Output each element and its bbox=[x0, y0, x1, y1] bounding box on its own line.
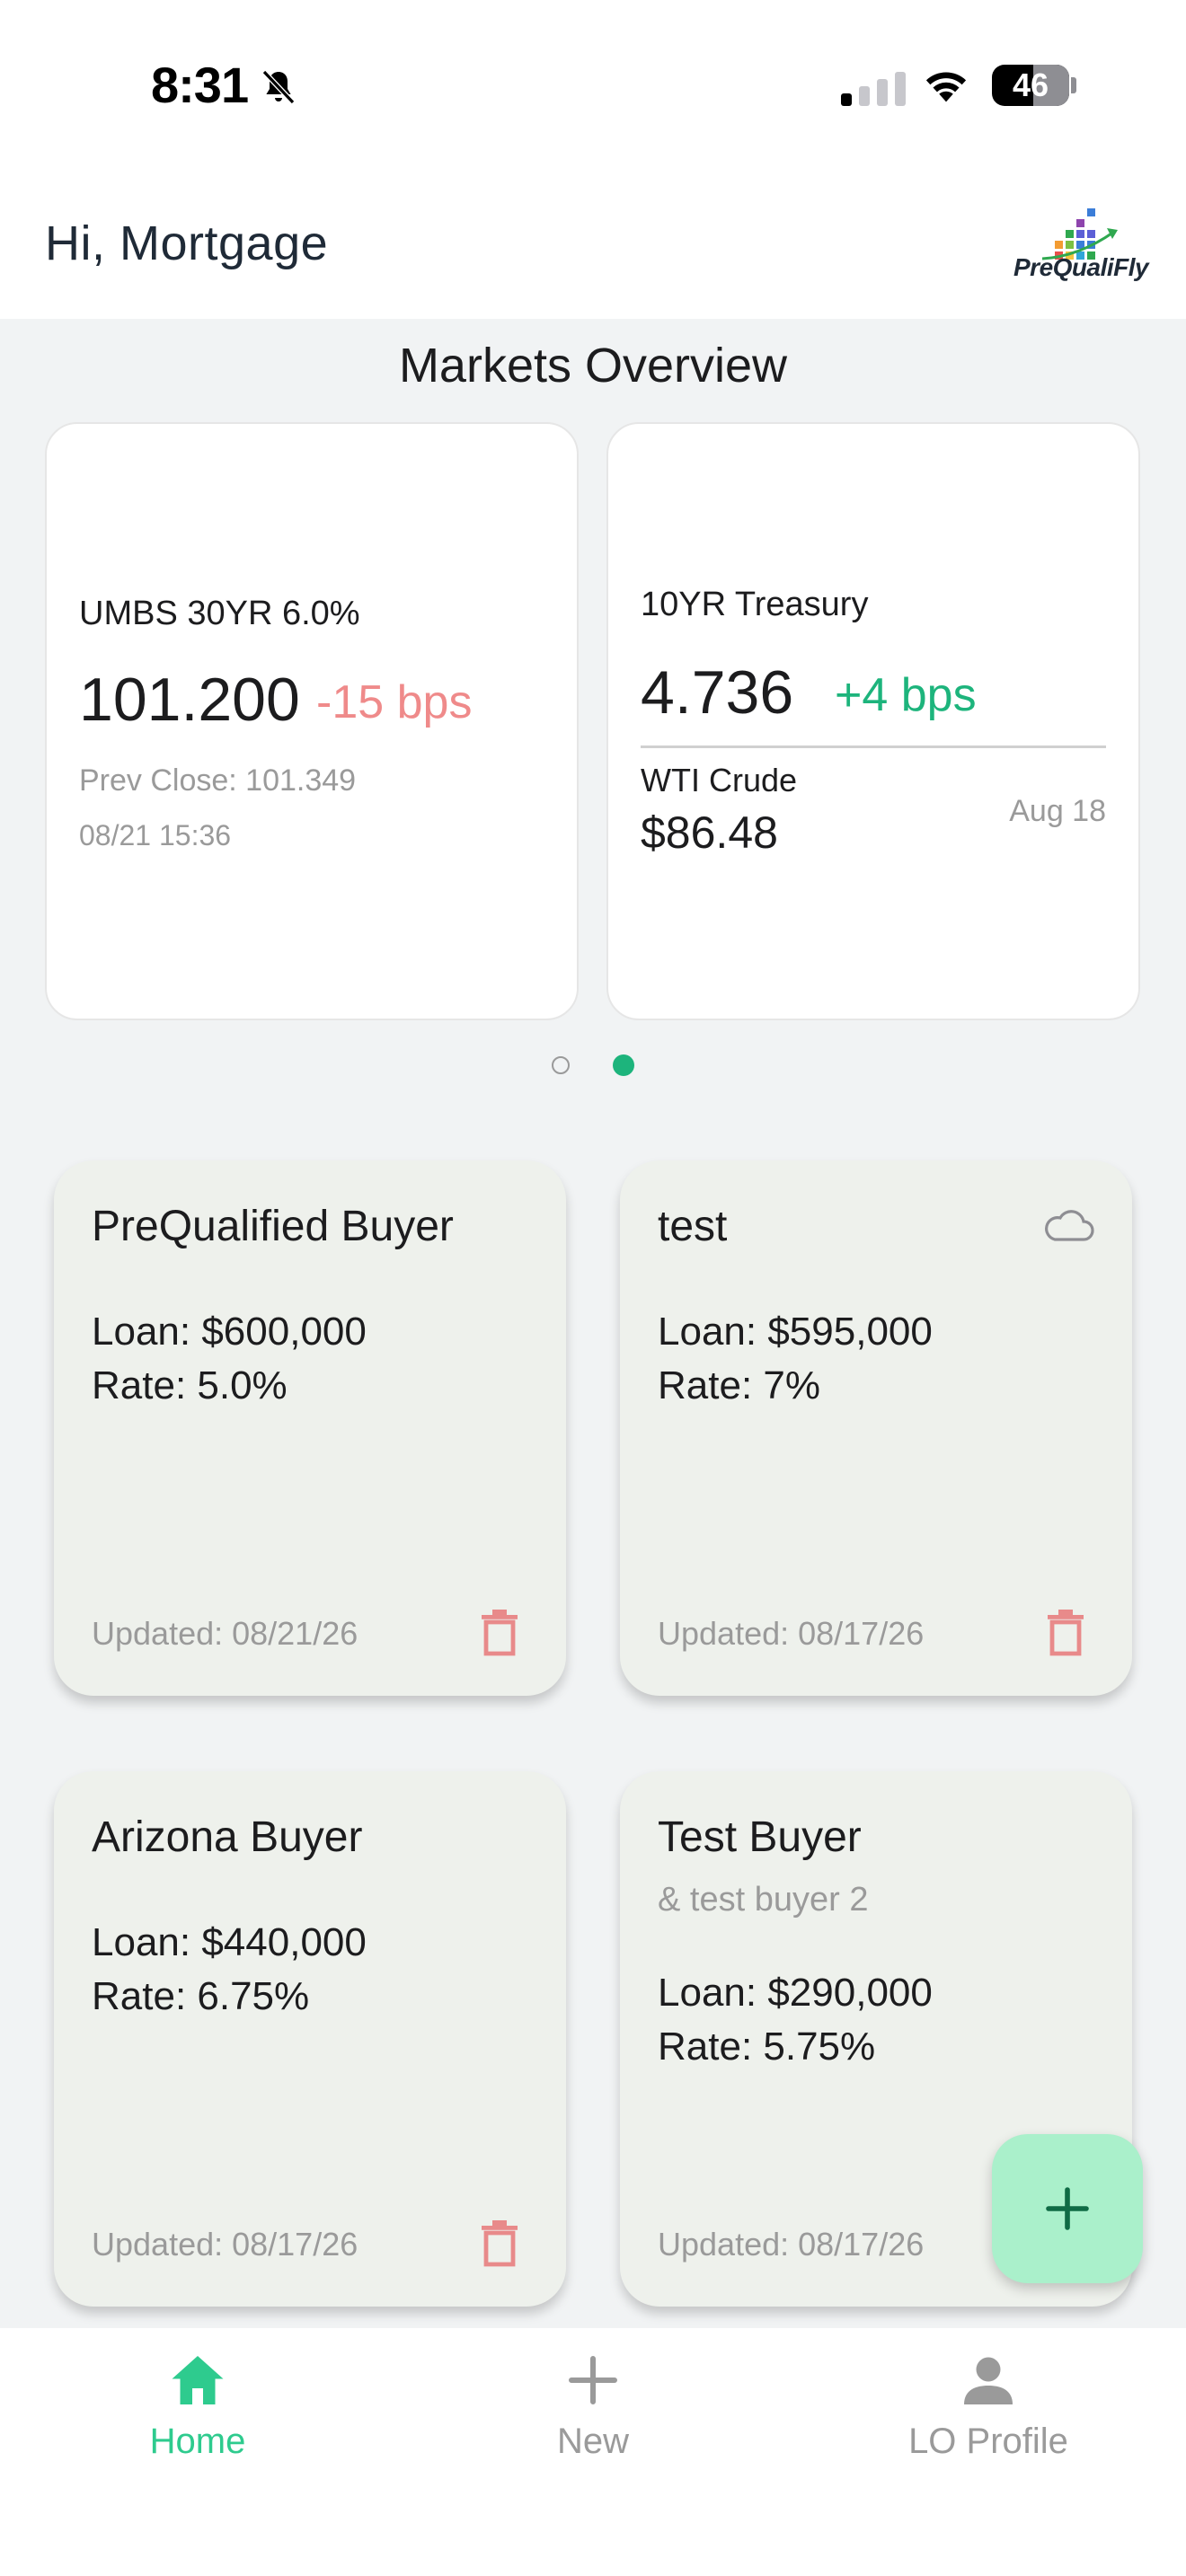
buyer-name: Arizona Buyer bbox=[92, 1813, 363, 1861]
person-icon bbox=[964, 2357, 1013, 2404]
nav-profile-label: LO Profile bbox=[908, 2422, 1068, 2461]
nav-home[interactable]: Home bbox=[0, 2328, 395, 2508]
buyer-rate: Rate: 5.0% bbox=[92, 1363, 288, 1407]
treasury-label: 10YR Treasury bbox=[641, 586, 869, 623]
buyer-loan: Loan: $440,000 bbox=[92, 1920, 367, 1964]
buyer-name: PreQualified Buyer bbox=[92, 1203, 454, 1250]
treasury-change: +4 bps bbox=[835, 669, 977, 721]
buyer-updated: Updated: 08/21/26 bbox=[92, 1615, 358, 1652]
nav-lo-profile[interactable]: LO Profile bbox=[791, 2328, 1186, 2508]
buyer-card[interactable]: PreQualified Buyer Loan: $600,000 Rate: … bbox=[54, 1160, 566, 1696]
status-bar: 8:31 46 bbox=[0, 0, 1186, 171]
nav-new-label: New bbox=[556, 2422, 630, 2461]
buyer-updated: Updated: 08/17/26 bbox=[92, 2226, 358, 2263]
buyer-updated: Updated: 08/17/26 bbox=[658, 2226, 925, 2263]
umbs-label: UMBS 30YR 6.0% bbox=[79, 595, 360, 632]
buyer-updated: Updated: 08/17/26 bbox=[658, 1615, 925, 1652]
market-pager bbox=[0, 1054, 1186, 1076]
pager-dot-active[interactable] bbox=[613, 1054, 634, 1076]
battery-level: 46 bbox=[1012, 66, 1049, 103]
buyer-name: Test Buyer bbox=[658, 1813, 862, 1861]
co-buyer-name: & test buyer 2 bbox=[658, 1881, 869, 1919]
markets-overview-title: Markets Overview bbox=[398, 339, 788, 393]
card-divider bbox=[641, 745, 1106, 748]
buyer-rate: Rate: 5.75% bbox=[658, 2025, 876, 2069]
buyer-card[interactable]: test Loan: $595,000 Rate: 7% Updated: 08… bbox=[620, 1160, 1132, 1696]
treasury-value: 4.736 bbox=[641, 658, 794, 727]
umbs-change: -15 bps bbox=[316, 676, 473, 728]
cellular-signal-icon bbox=[841, 70, 906, 106]
umbs-value: 101.200 bbox=[79, 666, 300, 734]
battery-icon: 46 bbox=[992, 65, 1069, 106]
buyer-loan: Loan: $600,000 bbox=[92, 1310, 367, 1354]
battery-cap bbox=[1071, 77, 1076, 93]
buyer-name: test bbox=[658, 1203, 728, 1250]
treasury-market-card[interactable]: 10YR Treasury 4.736 +4 bps WTI Crude $86… bbox=[606, 422, 1140, 1020]
greeting-title: Hi, Mortgage bbox=[45, 216, 329, 270]
buyer-loan: Loan: $595,000 bbox=[658, 1310, 933, 1354]
logo-text: PreQualiFly bbox=[1013, 253, 1149, 281]
trash-icon[interactable] bbox=[480, 2220, 519, 2267]
cloud-icon[interactable] bbox=[1042, 1207, 1096, 1243]
bell-slash-icon bbox=[261, 69, 296, 105]
buyer-rate: Rate: 7% bbox=[658, 1363, 820, 1407]
pager-dot[interactable] bbox=[552, 1056, 570, 1074]
add-buyer-button[interactable] bbox=[992, 2134, 1143, 2283]
umbs-timestamp: 08/21 15:36 bbox=[79, 819, 232, 851]
bottom-navigation: Home New LO Profile bbox=[0, 2328, 1186, 2576]
trash-icon[interactable] bbox=[480, 1610, 519, 1656]
buyer-card[interactable]: Arizona Buyer Loan: $440,000 Rate: 6.75%… bbox=[54, 1771, 566, 2307]
plus-icon bbox=[1046, 2187, 1089, 2230]
crude-value: $86.48 bbox=[641, 807, 778, 858]
status-time: 8:31 bbox=[151, 57, 249, 113]
crude-date: Aug 18 bbox=[1009, 794, 1106, 828]
wifi-icon bbox=[925, 72, 967, 102]
buyer-loan: Loan: $290,000 bbox=[658, 1971, 933, 2015]
trash-icon[interactable] bbox=[1046, 1610, 1085, 1656]
home-icon bbox=[172, 2356, 224, 2404]
plus-icon bbox=[569, 2356, 617, 2404]
umbs-market-card[interactable]: UMBS 30YR 6.0% 101.200 -15 bps Prev Clos… bbox=[45, 422, 579, 1020]
nav-new[interactable]: New bbox=[395, 2328, 791, 2508]
umbs-prev-close: Prev Close: 101.349 bbox=[79, 763, 357, 798]
crude-label: WTI Crude bbox=[641, 762, 798, 798]
buyer-rate: Rate: 6.75% bbox=[92, 1974, 310, 2018]
nav-home-label: Home bbox=[149, 2422, 246, 2461]
